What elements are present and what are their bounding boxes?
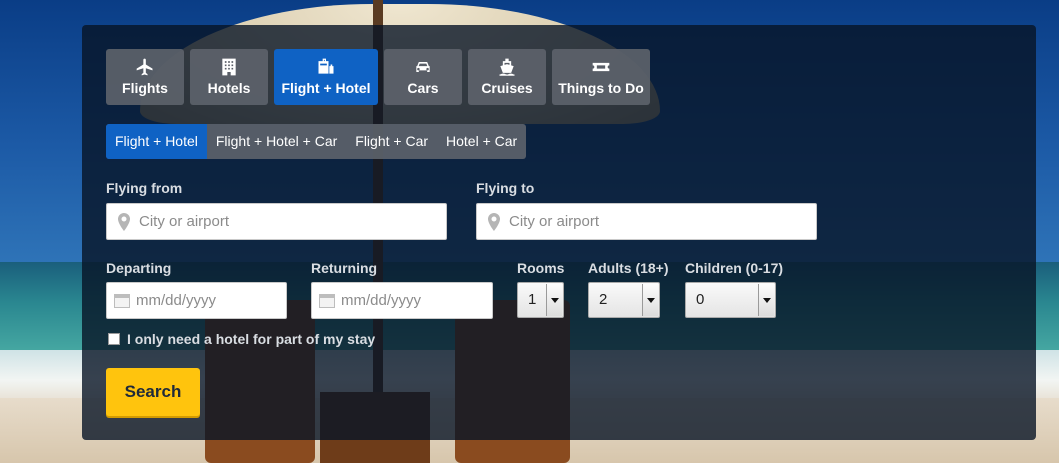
product-tabs: Flights Hotels Flight + Hotel Cars Cruis…	[106, 49, 656, 105]
partial-stay-label[interactable]: I only need a hotel for part of my stay	[127, 331, 375, 347]
adults-value: 2	[599, 291, 608, 308]
children-select[interactable]: 0	[685, 282, 776, 318]
returning-label: Returning	[311, 260, 378, 276]
search-panel: Flights Hotels Flight + Hotel Cars Cruis…	[82, 25, 1036, 440]
flying-from-label: Flying from	[106, 180, 183, 196]
chevron-down-icon[interactable]	[642, 284, 658, 316]
flying-from-field	[106, 203, 447, 240]
luggage-icon	[315, 56, 337, 78]
location-pin-icon	[488, 212, 500, 231]
search-button[interactable]: Search	[106, 368, 200, 416]
flying-to-field	[476, 203, 817, 240]
tab-label: Cruises	[481, 80, 533, 96]
tab-label: Flight + Hotel	[281, 80, 371, 96]
ticket-icon	[590, 56, 612, 78]
departing-date-input[interactable]	[136, 292, 286, 309]
chevron-down-icon[interactable]	[758, 284, 774, 316]
tab-flight-hotel[interactable]: Flight + Hotel	[274, 49, 378, 105]
plane-icon	[134, 56, 156, 78]
car-icon	[412, 56, 434, 78]
package-subtabs: Flight + Hotel Flight + Hotel + Car Flig…	[106, 124, 527, 159]
flying-from-input[interactable]	[139, 213, 446, 230]
rooms-select[interactable]: 1	[517, 282, 564, 318]
tab-flights[interactable]: Flights	[106, 49, 184, 105]
subtab-flight-hotel-car[interactable]: Flight + Hotel + Car	[207, 124, 346, 159]
flying-to-input[interactable]	[509, 213, 816, 230]
rooms-label: Rooms	[517, 260, 565, 276]
flying-to-label: Flying to	[476, 180, 535, 196]
tab-cruises[interactable]: Cruises	[468, 49, 546, 105]
tab-cars[interactable]: Cars	[384, 49, 462, 105]
tab-label: Hotels	[207, 80, 251, 96]
departing-label: Departing	[106, 260, 172, 276]
children-label: Children (0-17)	[685, 260, 784, 276]
returning-field	[311, 282, 493, 319]
location-pin-icon	[118, 212, 130, 231]
calendar-icon[interactable]	[319, 293, 335, 308]
tab-label: Flights	[122, 80, 168, 96]
adults-label: Adults (18+)	[588, 260, 669, 276]
tab-label: Things to Do	[558, 80, 644, 96]
subtab-hotel-car[interactable]: Hotel + Car	[437, 124, 526, 159]
subtab-flight-hotel[interactable]: Flight + Hotel	[106, 124, 207, 159]
chevron-down-icon[interactable]	[546, 284, 562, 316]
building-icon	[218, 56, 240, 78]
partial-stay-checkbox[interactable]	[108, 333, 120, 345]
tab-label: Cars	[407, 80, 439, 96]
children-value: 0	[696, 291, 705, 308]
calendar-icon[interactable]	[114, 293, 130, 308]
ship-icon	[496, 56, 518, 78]
tab-hotels[interactable]: Hotels	[190, 49, 268, 105]
adults-select[interactable]: 2	[588, 282, 660, 318]
departing-field	[106, 282, 287, 319]
rooms-value: 1	[528, 291, 537, 308]
tab-things-to-do[interactable]: Things to Do	[552, 49, 650, 105]
returning-date-input[interactable]	[341, 292, 492, 309]
subtab-flight-car[interactable]: Flight + Car	[346, 124, 437, 159]
